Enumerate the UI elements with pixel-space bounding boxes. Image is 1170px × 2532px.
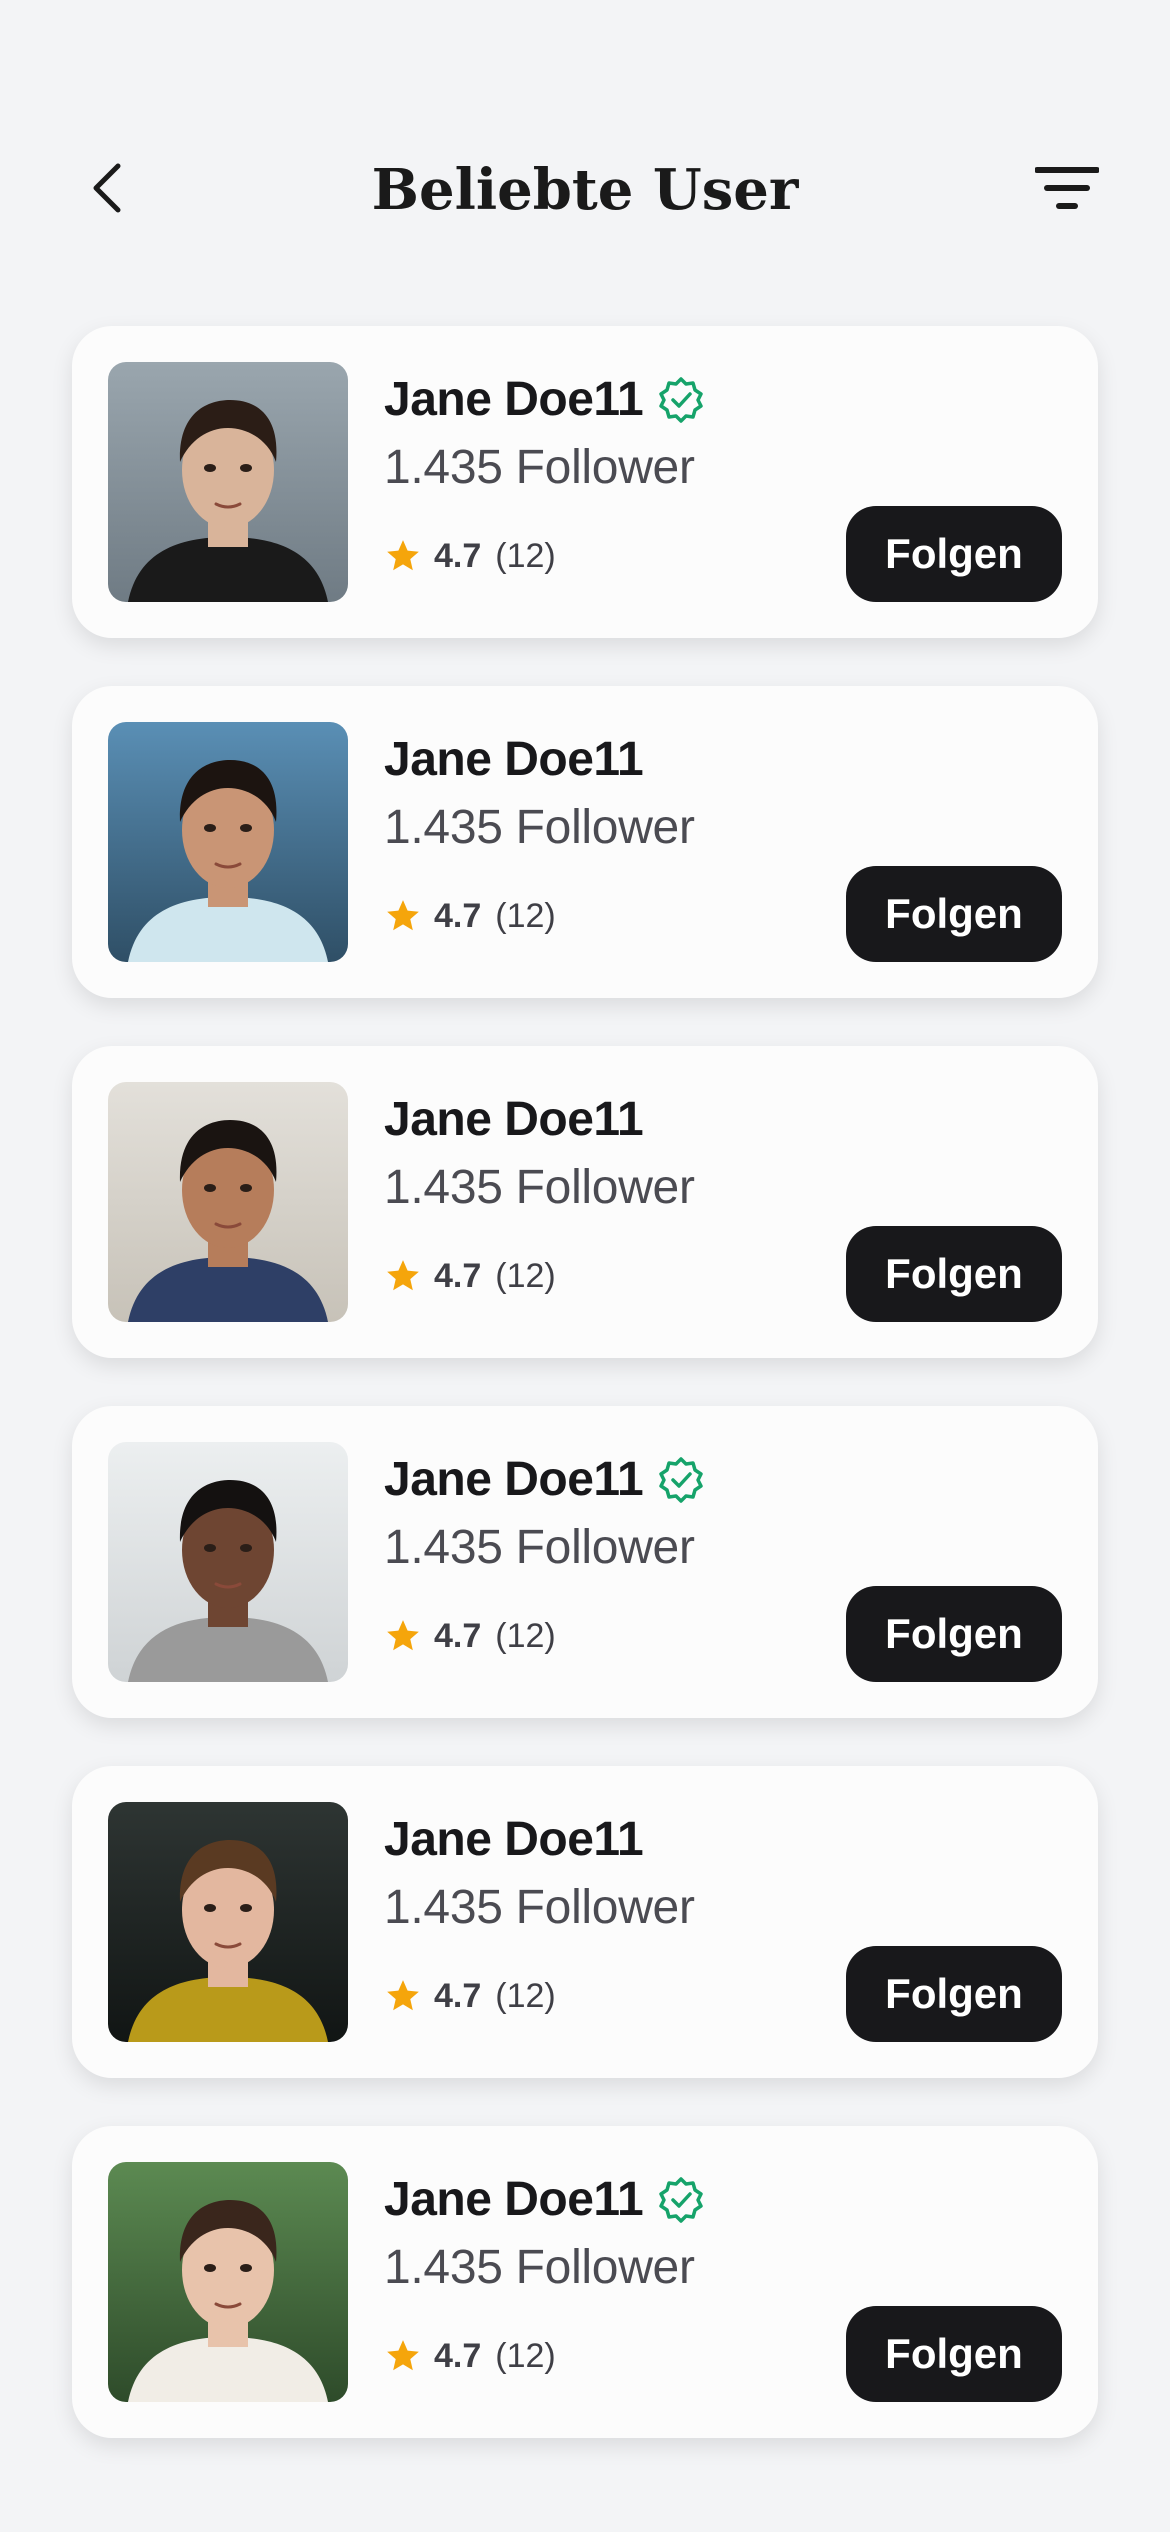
- rating-row: 4.7 (12): [384, 1254, 556, 1298]
- verified-icon: [659, 2177, 703, 2223]
- star-icon: [384, 1257, 422, 1295]
- follow-button[interactable]: Folgen: [846, 1946, 1062, 2042]
- avatar[interactable]: [108, 1442, 348, 1682]
- user-card[interactable]: Jane Doe11 1.435 Follower 4.7 (12) Folge…: [72, 686, 1098, 998]
- user-card[interactable]: Jane Doe11 1.435 Follower 4.7 (12) Folge…: [72, 326, 1098, 638]
- rating-value: 4.7: [434, 1977, 482, 2015]
- rating-count: (12): [495, 897, 556, 935]
- rating-row: 4.7 (12): [384, 1974, 556, 2018]
- star-icon: [384, 897, 422, 935]
- user-name: Jane Doe11: [384, 733, 644, 786]
- avatar[interactable]: [108, 362, 348, 602]
- rating-row: 4.7 (12): [384, 2334, 556, 2378]
- name-row: Jane Doe11: [384, 1448, 705, 1512]
- name-row: Jane Doe11: [384, 728, 644, 792]
- rating-row: 4.7 (12): [384, 894, 556, 938]
- star-icon: [384, 1617, 422, 1655]
- avatar-photo: [108, 362, 348, 602]
- follower-count: 1.435 Follower: [384, 801, 695, 854]
- star-icon: [384, 1977, 422, 2015]
- follower-count: 1.435 Follower: [384, 1521, 695, 1574]
- follow-button[interactable]: Folgen: [846, 866, 1062, 962]
- verified-icon: [659, 377, 703, 423]
- rating-value: 4.7: [434, 897, 482, 935]
- follow-button[interactable]: Folgen: [846, 1226, 1062, 1322]
- rating-count: (12): [495, 1977, 556, 2015]
- verified-icon: [659, 1457, 703, 1503]
- user-list: Jane Doe11 1.435 Follower 4.7 (12) Folge…: [72, 326, 1098, 2486]
- rating-count: (12): [495, 1617, 556, 1655]
- rating-count: (12): [495, 537, 556, 575]
- filter-icon: [1035, 167, 1099, 209]
- avatar[interactable]: [108, 1082, 348, 1322]
- rating-row: 4.7 (12): [384, 534, 556, 578]
- user-card[interactable]: Jane Doe11 1.435 Follower 4.7 (12) Folge…: [72, 1766, 1098, 2078]
- avatar-photo: [108, 1802, 348, 2042]
- follower-count: 1.435 Follower: [384, 2241, 695, 2294]
- rating-value: 4.7: [434, 1257, 482, 1295]
- rating-value: 4.7: [434, 1617, 482, 1655]
- follower-count: 1.435 Follower: [384, 1881, 695, 1934]
- user-card[interactable]: Jane Doe11 1.435 Follower 4.7 (12) Folge…: [72, 2126, 1098, 2438]
- rating-count: (12): [495, 2337, 556, 2375]
- avatar[interactable]: [108, 1802, 348, 2042]
- user-name: Jane Doe11: [384, 373, 644, 426]
- avatar-photo: [108, 2162, 348, 2402]
- follow-button[interactable]: Folgen: [846, 506, 1062, 602]
- verified-badge: [657, 1456, 705, 1504]
- filter-button[interactable]: [1030, 160, 1104, 216]
- page-title: Beliebte User: [371, 157, 799, 223]
- name-row: Jane Doe11: [384, 368, 705, 432]
- star-icon: [384, 2337, 422, 2375]
- follower-count: 1.435 Follower: [384, 441, 695, 494]
- follow-button[interactable]: Folgen: [846, 1586, 1062, 1682]
- follower-count: 1.435 Follower: [384, 1161, 695, 1214]
- user-name: Jane Doe11: [384, 2173, 644, 2226]
- avatar[interactable]: [108, 722, 348, 962]
- avatar-photo: [108, 1442, 348, 1682]
- verified-badge: [657, 2176, 705, 2224]
- rating-value: 4.7: [434, 537, 482, 575]
- user-name: Jane Doe11: [384, 1453, 644, 1506]
- name-row: Jane Doe11: [384, 2168, 705, 2232]
- rating-count: (12): [495, 1257, 556, 1295]
- follow-button[interactable]: Folgen: [846, 2306, 1062, 2402]
- user-card[interactable]: Jane Doe11 1.435 Follower 4.7 (12) Folge…: [72, 1046, 1098, 1358]
- star-icon: [384, 537, 422, 575]
- rating-row: 4.7 (12): [384, 1614, 556, 1658]
- user-name: Jane Doe11: [384, 1813, 644, 1866]
- verified-badge: [657, 376, 705, 424]
- user-name: Jane Doe11: [384, 1093, 644, 1146]
- name-row: Jane Doe11: [384, 1088, 644, 1152]
- avatar-photo: [108, 722, 348, 962]
- avatar-photo: [108, 1082, 348, 1322]
- app-header: Beliebte User: [0, 0, 1170, 260]
- avatar[interactable]: [108, 2162, 348, 2402]
- rating-value: 4.7: [434, 2337, 482, 2375]
- name-row: Jane Doe11: [384, 1808, 644, 1872]
- user-card[interactable]: Jane Doe11 1.435 Follower 4.7 (12) Folge…: [72, 1406, 1098, 1718]
